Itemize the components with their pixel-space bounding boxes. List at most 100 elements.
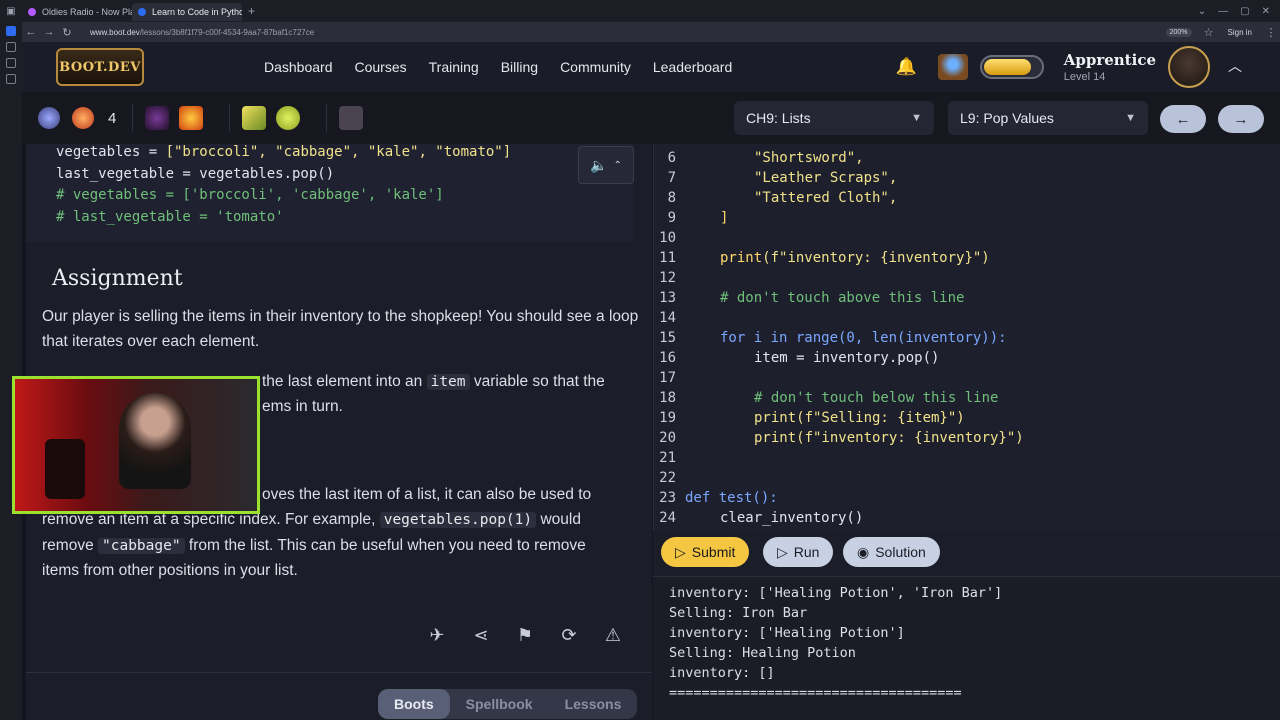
potion-icon[interactable]: [276, 106, 301, 130]
nav-courses[interactable]: Courses: [355, 59, 407, 75]
signin-button[interactable]: Sign in: [1228, 28, 1252, 37]
line-number: 7: [667, 170, 676, 186]
chevron-down-icon[interactable]: ⌄: [1198, 6, 1206, 17]
rank-title: Apprentice: [1063, 51, 1156, 69]
sidebar-bookmark-icon[interactable]: [6, 42, 16, 52]
no-ai-icon[interactable]: ✈: [426, 624, 448, 646]
fire-icon[interactable]: [179, 106, 204, 130]
code-text: (f"inventory: {inventory}"): [762, 250, 990, 266]
bell-icon[interactable]: 🔔: [896, 57, 917, 77]
tab-boots[interactable]: Boots: [378, 689, 450, 719]
bottom-tabs: Boots Spellbook Lessons: [378, 689, 638, 719]
browser-tab[interactable]: Oldies Radio - Now Pla ✕: [22, 3, 132, 21]
lesson-select[interactable]: L9: Pop Values ▼: [948, 101, 1148, 135]
refresh-icon[interactable]: ⟳: [558, 624, 580, 646]
tab-label: Learn to Code in Python: F: [152, 7, 242, 17]
inline-code: item: [426, 374, 470, 390]
line-number: 16: [659, 350, 676, 366]
bookmark-icon[interactable]: ⚑: [514, 624, 536, 646]
nav-community[interactable]: Community: [560, 59, 631, 75]
console-output[interactable]: inventory: ['Healing Potion', 'Iron Bar'…: [653, 576, 1280, 720]
sidebar-star-icon[interactable]: [6, 74, 16, 84]
play-icon: ▷: [675, 543, 686, 560]
editor-line: 14: [654, 310, 1274, 330]
minimize-icon[interactable]: —: [1218, 6, 1228, 17]
nav-dashboard[interactable]: Dashboard: [264, 59, 333, 75]
sidebar-history-icon[interactable]: [6, 58, 16, 68]
new-tab-icon[interactable]: +: [242, 4, 261, 18]
nav-leaderboard[interactable]: Leaderboard: [653, 59, 732, 75]
bootdev-logo[interactable]: BOOT.DEV: [56, 48, 144, 86]
snippet-line-3: # vegetables = ['broccoli', 'cabbage', '…: [56, 187, 444, 203]
editor-line: 15 for i in range(0, len(inventory)):: [654, 330, 1274, 350]
lesson-toolbar: 4 CH9: Lists ▼ L9: Pop Values ▼ ← →: [22, 92, 1280, 144]
line-number: 12: [659, 270, 676, 286]
microphone-image: [45, 439, 85, 499]
line-number: 22: [659, 470, 676, 486]
app-header: BOOT.DEV Dashboard Courses Training Bill…: [22, 42, 1280, 92]
browser-menu-icon[interactable]: ▣: [0, 0, 22, 22]
chapter-select[interactable]: CH9: Lists ▼: [734, 101, 934, 135]
run-button[interactable]: ▷ Run: [763, 537, 834, 567]
editor-line: 16 item = inventory.pop(): [654, 350, 1274, 370]
code-text: ]: [720, 210, 729, 226]
browser-tab-active[interactable]: Learn to Code in Python: F ✕: [132, 3, 242, 21]
treasure-chest-icon[interactable]: [937, 54, 968, 80]
text: from the list. This can be useful when y…: [188, 537, 586, 554]
editor-line: 23 def test():: [654, 490, 1274, 510]
next-lesson-button[interactable]: →: [1218, 105, 1264, 133]
console-line: ====================================: [669, 685, 962, 701]
tab-lessons[interactable]: Lessons: [549, 689, 638, 719]
play-icon: ▷: [777, 543, 788, 560]
code-text: def test():: [685, 490, 778, 506]
solution-label: Solution: [875, 544, 926, 560]
chevron-down-icon: ▼: [911, 112, 922, 124]
address-bar: ← → ↻ www.boot.dev /lessons/3b8f1f79-c00…: [0, 22, 1280, 42]
share-icon[interactable]: ⋖: [470, 624, 492, 646]
chest-locked-icon[interactable]: [339, 106, 364, 130]
reload-icon[interactable]: ↻: [58, 26, 76, 39]
solution-button[interactable]: ◉ Solution: [843, 537, 940, 567]
avatar[interactable]: [1168, 46, 1210, 88]
assignment-heading: Assignment: [52, 266, 183, 291]
editor-line: 13 # don't touch above this line: [654, 290, 1274, 310]
streak-flame-icon[interactable]: [72, 107, 94, 129]
text: the last element into an: [262, 373, 423, 390]
divider: [132, 104, 134, 132]
rank-badge-icon[interactable]: [38, 107, 60, 129]
audio-toggle-button[interactable]: 🔈 ⌃: [578, 146, 634, 184]
run-label: Run: [793, 544, 820, 560]
code-text: print(f"Selling: {item}"): [754, 410, 965, 426]
close-window-icon[interactable]: ✕: [1262, 6, 1270, 17]
tab-spellbook[interactable]: Spellbook: [450, 689, 549, 719]
chevron-up-icon: ⌃: [613, 159, 622, 171]
url-field[interactable]: www.boot.dev /lessons/3b8f1f79-c00f-4534…: [90, 25, 1166, 39]
sword-icon[interactable]: [242, 106, 267, 130]
code-text: "Shortsword",: [754, 150, 864, 166]
snippet-line-1: ["broccoli", "cabbage", "kale", "tomato"…: [165, 144, 512, 160]
prev-lesson-button[interactable]: ←: [1160, 105, 1206, 133]
submit-button[interactable]: ▷ Submit: [661, 537, 750, 567]
maximize-icon[interactable]: ▢: [1240, 6, 1249, 17]
sidebar-tab-icon[interactable]: [6, 26, 16, 36]
report-warning-icon[interactable]: ⚠: [602, 624, 624, 646]
forward-icon[interactable]: →: [40, 26, 58, 38]
back-icon[interactable]: ←: [22, 26, 40, 38]
zoom-badge[interactable]: 200%: [1165, 27, 1192, 37]
console-line: Selling: Iron Bar: [669, 605, 808, 621]
divider: [26, 672, 652, 673]
nav-training[interactable]: Training: [429, 59, 479, 75]
editor-line: 9]: [654, 210, 1274, 230]
text: variable so that the: [473, 373, 605, 390]
code-editor[interactable]: 6 "Shortsword", 7 "Leather Scraps", 8 "Tatt…: [653, 144, 1280, 530]
potion-dark-icon[interactable]: [145, 106, 170, 130]
nav-billing[interactable]: Billing: [501, 59, 538, 75]
assignment-paragraph-3a: oves the last item of a list, it can als…: [262, 486, 592, 503]
editor-actions: ▷ Submit ▷ Run ◉ Solution: [653, 530, 1280, 576]
editor-line: 6 "Shortsword",: [654, 150, 1274, 170]
menu-icon[interactable]: ⋮: [1262, 26, 1280, 39]
star-icon[interactable]: ☆: [1200, 26, 1218, 39]
chevron-up-icon[interactable]: ︿: [1224, 56, 1246, 78]
tab-label: Oldies Radio - Now Pla: [42, 7, 132, 17]
submit-label: Submit: [691, 544, 736, 560]
